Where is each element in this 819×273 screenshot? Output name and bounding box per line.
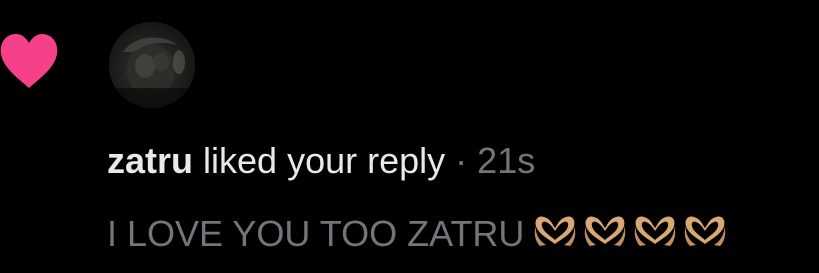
heart-hands-icon	[535, 216, 576, 246]
heart-hands-icon	[585, 216, 626, 246]
like-notification[interactable]: zatru liked your reply · 21s I LOVE YOU …	[0, 0, 819, 273]
timestamp: 21s	[477, 140, 536, 181]
username[interactable]: zatru	[107, 140, 193, 181]
separator-dot: ·	[455, 140, 468, 181]
reply-emojis	[528, 216, 728, 248]
heart-icon	[0, 34, 58, 88]
notification-headline: zatru liked your reply · 21s	[107, 136, 535, 186]
avatar-photo	[109, 37, 195, 108]
reply-text: I LOVE YOU TOO ZATRU	[107, 213, 525, 254]
heart-hands-icon	[685, 216, 726, 246]
liked-reply-preview[interactable]: I LOVE YOU TOO ZATRU	[107, 209, 728, 259]
avatar[interactable]	[109, 22, 195, 108]
heart-hands-icon	[635, 216, 676, 246]
notification-action: liked your reply	[203, 140, 446, 181]
